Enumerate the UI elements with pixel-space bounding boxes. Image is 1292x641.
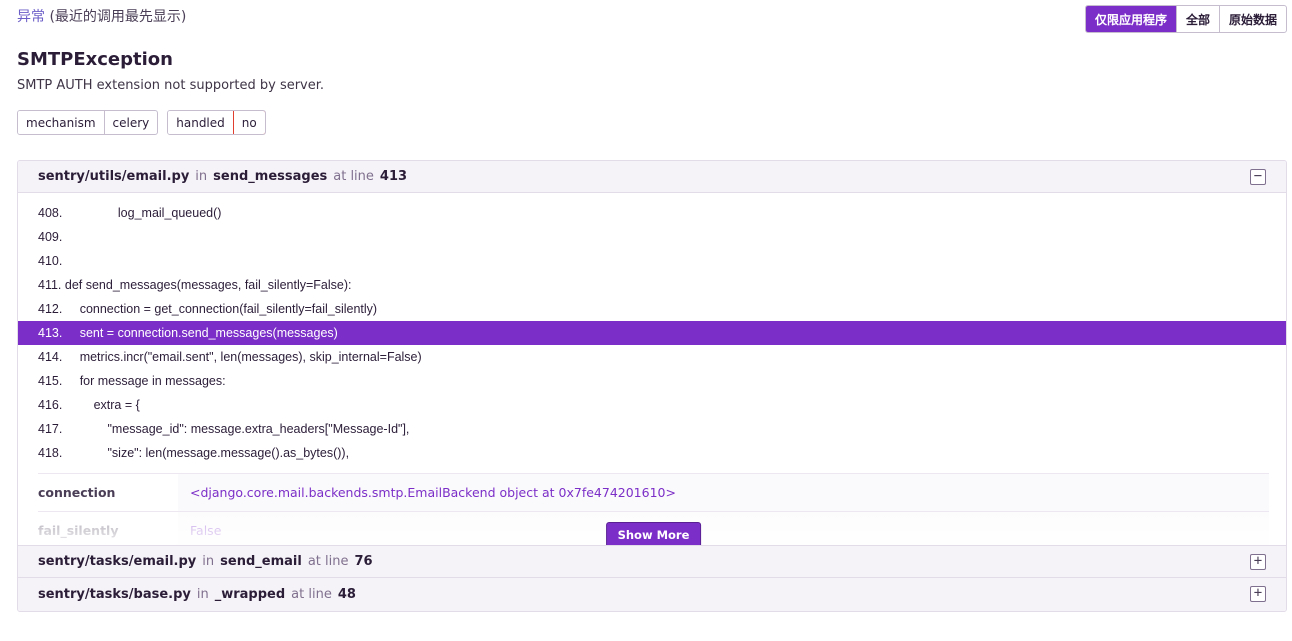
- expand-icon[interactable]: +: [1250, 586, 1266, 602]
- raw-data-button[interactable]: 原始数据: [1218, 6, 1286, 32]
- frame-filename: sentry/tasks/email.py: [38, 554, 197, 569]
- exception-message: SMTP AUTH extension not supported by ser…: [17, 78, 325, 93]
- all-frames-button[interactable]: 全部: [1175, 6, 1219, 32]
- frame-at-line-label: at line: [291, 587, 332, 602]
- code-line: 417. "message_id": message.extra_headers…: [38, 422, 410, 436]
- frame-function: send_email: [220, 554, 302, 569]
- stack-trace: sentry/utils/email.py in send_messages a…: [17, 160, 1287, 612]
- app-only-button[interactable]: 仅限应用程序: [1085, 6, 1176, 32]
- tag-value: no: [232, 111, 265, 134]
- tag-value: celery: [103, 111, 158, 134]
- tag-key: mechanism: [18, 111, 104, 134]
- frame-line-number: 48: [337, 587, 356, 602]
- mechanism-tags: mechanism celery handled no: [17, 110, 266, 135]
- frame-variables: connection <django.core.mail.backends.sm…: [38, 473, 1269, 545]
- code-line: 408. log_mail_queued(): [38, 206, 222, 220]
- section-title-sub: (最近的调用最先显示): [49, 9, 187, 25]
- frame-filename: sentry/tasks/base.py: [38, 587, 191, 602]
- code-line: 416. extra = {: [38, 398, 140, 412]
- frame-function: _wrapped: [214, 587, 286, 602]
- frame-line-number: 413: [379, 169, 408, 184]
- show-more-button[interactable]: Show More: [605, 522, 702, 545]
- exception-type: SMTPException: [17, 49, 173, 70]
- code-line: 411. def send_messages(messages, fail_si…: [38, 278, 352, 292]
- tag-key: handled: [168, 111, 233, 134]
- code-line-active: 413. sent = connection.send_messages(mes…: [18, 321, 1286, 345]
- frame-in-label: in: [196, 587, 209, 602]
- frame-line-number: 76: [354, 554, 373, 569]
- exception-section-header: 异常 (最近的调用最先显示) 仅限应用程序 全部 原始数据: [17, 5, 1287, 33]
- variable-key: connection: [38, 485, 116, 500]
- tag-handled[interactable]: handled no: [167, 110, 266, 135]
- code-line: 418. "size": len(message.message().as_by…: [38, 446, 350, 460]
- frame-at-line-label: at line: [333, 169, 374, 184]
- frame-in-label: in: [195, 169, 208, 184]
- frame-function: send_messages: [213, 169, 328, 184]
- frame-filename: sentry/utils/email.py: [38, 169, 190, 184]
- code-line: 412. connection = get_connection(fail_si…: [38, 302, 378, 316]
- expand-icon[interactable]: +: [1250, 554, 1266, 570]
- frame-context: 408. log_mail_queued() 409. 410. 411. de…: [18, 193, 1286, 473]
- frame-header[interactable]: sentry/tasks/base.py in _wrapped at line…: [18, 578, 1286, 611]
- code-line: 414. metrics.incr("email.sent", len(mess…: [38, 350, 422, 364]
- variable-row: connection <django.core.mail.backends.sm…: [38, 474, 1269, 512]
- variable-value: False: [178, 512, 1269, 545]
- code-line: 409.: [38, 230, 63, 244]
- section-title: 异常 (最近的调用最先显示): [17, 8, 186, 26]
- variable-value: <django.core.mail.backends.smtp.EmailBac…: [178, 474, 1269, 511]
- collapse-icon[interactable]: −: [1250, 169, 1266, 185]
- frame-at-line-label: at line: [307, 554, 349, 569]
- tag-mechanism[interactable]: mechanism celery: [17, 110, 159, 135]
- frame-header[interactable]: sentry/tasks/email.py in send_email at l…: [18, 545, 1286, 578]
- code-line: 415. for message in messages:: [38, 374, 226, 388]
- code-line: 410.: [38, 254, 63, 268]
- frame-header[interactable]: sentry/utils/email.py in send_messages a…: [18, 161, 1286, 193]
- view-toggle-group: 仅限应用程序 全部 原始数据: [1084, 5, 1287, 33]
- variable-key: fail_silently: [38, 523, 119, 538]
- frame-in-label: in: [202, 554, 215, 569]
- section-title-main: 异常: [17, 9, 45, 25]
